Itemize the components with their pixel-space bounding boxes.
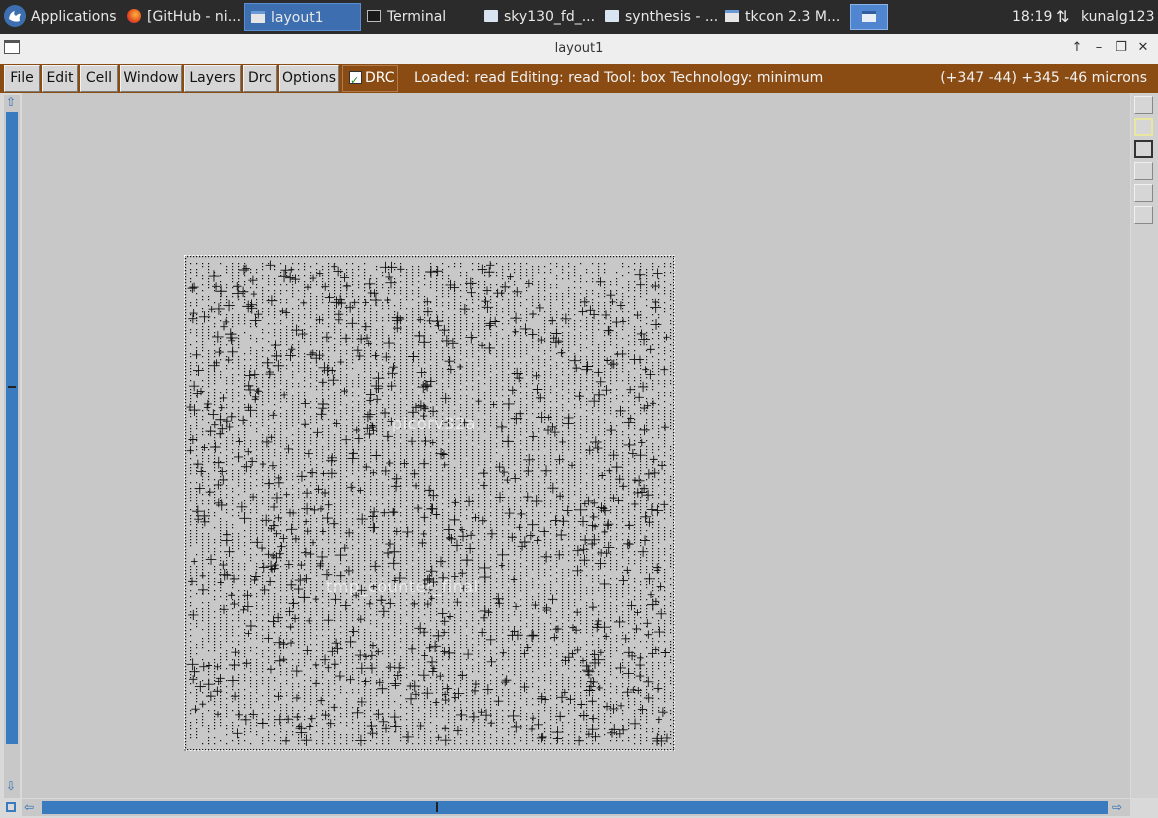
vertical-scroll-marker	[8, 386, 16, 388]
desktop-icon	[862, 11, 876, 22]
palette-button[interactable]	[1134, 206, 1153, 224]
zoom-box[interactable]	[4, 799, 20, 816]
scroll-up-icon[interactable]: ⇧	[6, 95, 16, 109]
menu-edit[interactable]: Edit	[42, 65, 78, 92]
palette-button[interactable]	[1134, 184, 1153, 202]
status-text: Loaded: read Editing: read Tool: box Tec…	[414, 70, 824, 86]
drc-toggle[interactable]: DRC	[342, 65, 398, 93]
applications-label: Applications	[31, 9, 117, 25]
via-markers	[186, 260, 672, 747]
task-label: tkcon 2.3 M...	[745, 9, 839, 25]
task-layout1[interactable]: layout1	[244, 3, 361, 31]
scroll-left-icon[interactable]: ⇦	[24, 800, 34, 814]
palette-button[interactable]	[1134, 162, 1153, 180]
task-sky130[interactable]: sky130_fd_...	[484, 3, 600, 31]
menu-cell[interactable]: Cell	[80, 65, 118, 92]
cell-geometry	[184, 255, 675, 751]
window-icon	[725, 10, 739, 22]
clock[interactable]: 18:19	[1012, 3, 1052, 31]
palette-button-box[interactable]	[1134, 140, 1153, 158]
window-icon	[251, 11, 265, 23]
terminal-icon	[367, 10, 381, 22]
show-desktop-button[interactable]	[850, 4, 888, 30]
window-titlebar: layout1 ↑ – ❐ ✕	[0, 34, 1158, 65]
menu-layers[interactable]: Layers	[184, 65, 241, 92]
folder-icon	[605, 10, 619, 22]
vertical-scrollbar[interactable]: ⇧ ⇩	[4, 95, 20, 798]
palette-button[interactable]	[1134, 96, 1153, 114]
network-icon[interactable]: ⇅	[1056, 3, 1076, 31]
scroll-down-icon[interactable]: ⇩	[6, 779, 16, 793]
horizontal-scrollbar[interactable]: ⇦ ⇨	[22, 799, 1130, 816]
layer-palette	[1131, 93, 1158, 798]
horizontal-scroll-marker	[436, 802, 438, 812]
window-title: layout1	[554, 41, 604, 56]
applications-menu[interactable]: Applications	[4, 3, 120, 31]
minimize-icon[interactable]: –	[1091, 40, 1107, 56]
task-tkcon[interactable]: tkcon 2.3 M...	[725, 3, 839, 31]
task-label: synthesis - ...	[625, 9, 719, 25]
task-label: sky130_fd_...	[504, 9, 596, 25]
task-label: [GitHub - ni...	[147, 9, 241, 25]
layout-cell-picorv32a[interactable]: picorv32a tmp_counter_final	[184, 255, 675, 751]
close-icon[interactable]: ✕	[1135, 40, 1151, 56]
menu-window[interactable]: Window	[120, 65, 182, 92]
cell-boundary	[184, 255, 675, 751]
folder-icon	[484, 10, 498, 22]
cell-label-top: picorv32a	[392, 414, 476, 433]
maximize-icon[interactable]: ❐	[1113, 40, 1129, 56]
menu-drc[interactable]: Drc	[243, 65, 277, 92]
palette-button-selected[interactable]	[1134, 118, 1153, 136]
keep-above-icon[interactable]: ↑	[1069, 40, 1085, 56]
magic-menubar: File Edit Cell Window Layers Drc Options…	[0, 64, 1158, 93]
menu-file[interactable]: File	[4, 65, 40, 92]
task-terminal[interactable]: Terminal	[367, 3, 479, 31]
task-github[interactable]: [GitHub - ni...	[127, 3, 241, 31]
task-synthesis[interactable]: synthesis - ...	[605, 3, 719, 31]
cell-fill-pattern	[184, 255, 675, 751]
top-panel: Applications [GitHub - ni... layout1 Ter…	[0, 0, 1158, 34]
cell-label-bottom: tmp_counter_final	[326, 577, 479, 596]
menu-options[interactable]: Options	[279, 65, 339, 92]
zoom-icon	[6, 802, 16, 812]
horizontal-scroll-track[interactable]	[42, 801, 1108, 814]
cursor-coordinates: (+347 -44) +345 -46 microns	[940, 70, 1147, 86]
task-label: Terminal	[387, 9, 447, 25]
xfce-logo-icon	[4, 5, 26, 27]
scroll-right-icon[interactable]: ⇨	[1112, 800, 1122, 814]
drc-checkbox[interactable]	[349, 68, 362, 93]
user-menu[interactable]: kunalg123	[1081, 3, 1157, 31]
drc-label: DRC	[365, 70, 395, 86]
firefox-icon	[127, 9, 141, 23]
vertical-scroll-track[interactable]	[6, 112, 18, 744]
task-label: layout1	[271, 10, 324, 26]
